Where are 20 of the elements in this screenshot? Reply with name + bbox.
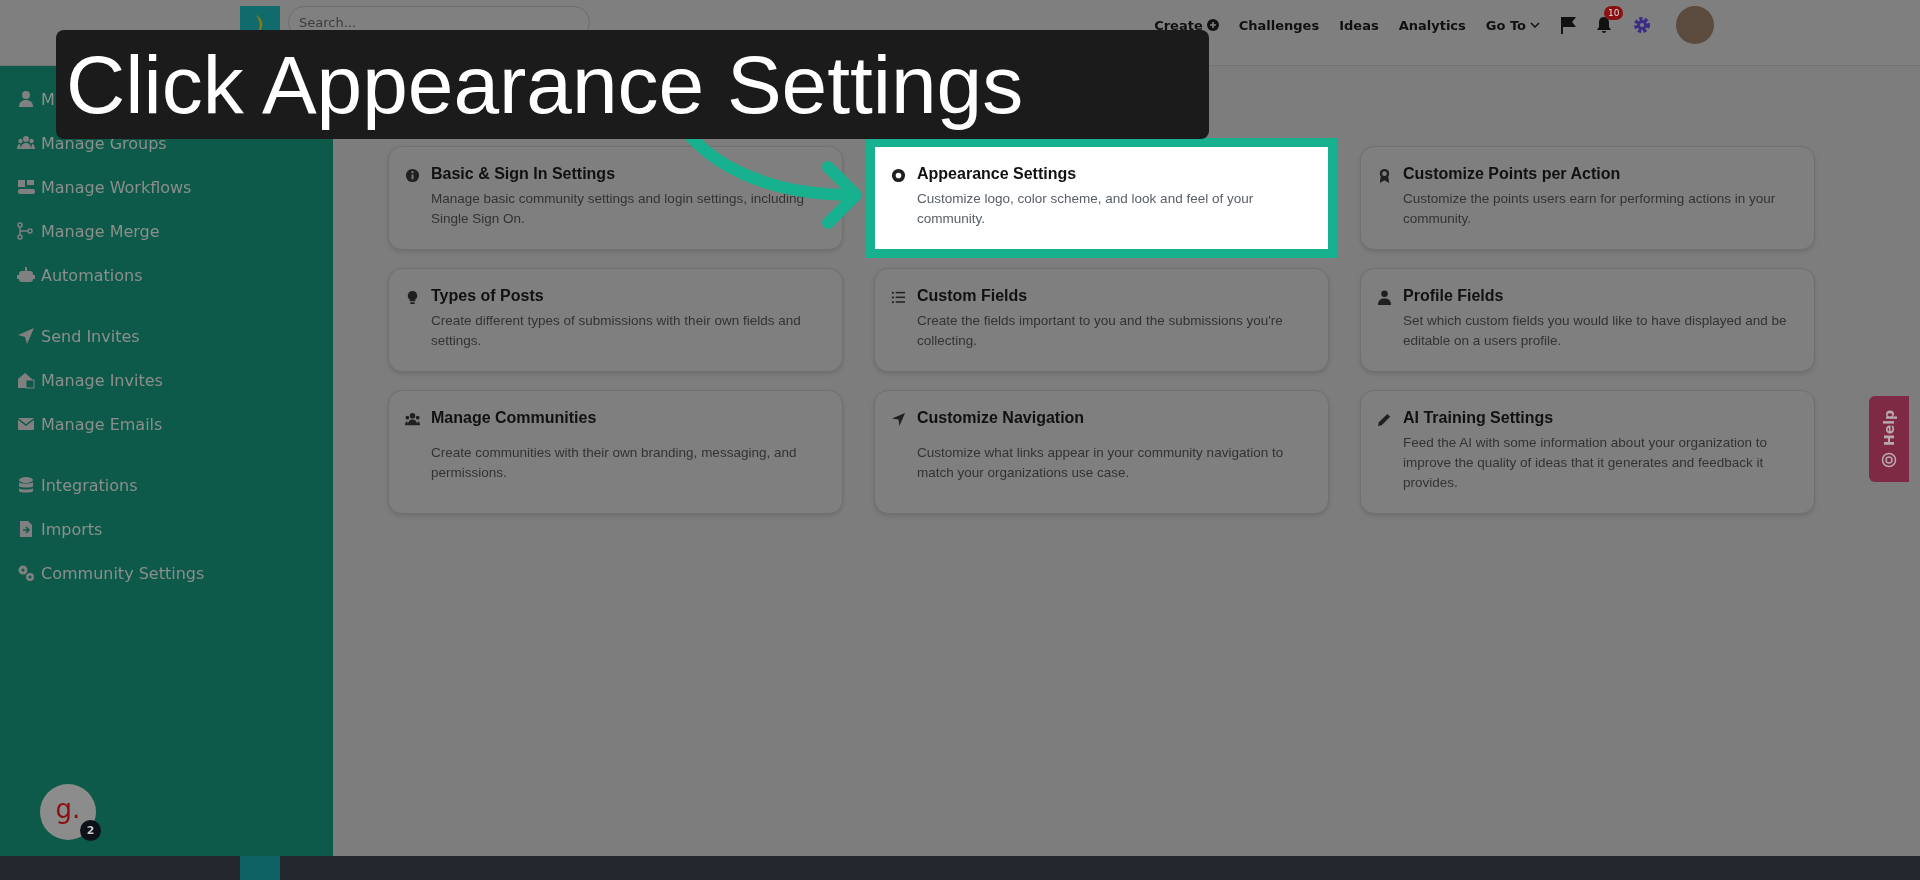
card-title: Customize Points per Action (1403, 165, 1622, 183)
card-description: Manage basic community settings and login settings, including Single Sign On. (431, 190, 805, 228)
card-description: Create different types of submissions with their own fields and settings. (431, 312, 802, 350)
card-title: AI Training Settings (1403, 409, 1555, 427)
notification-badge: 10 (1604, 6, 1624, 20)
card-description: Create the fields important to you and the submissions you're collecting. (917, 312, 1284, 350)
card-title: Customize Navigation (917, 409, 1086, 428)
card-title: Manage Communities (431, 409, 598, 428)
card-description: Set which custom fields you would like to have displayed and be editable on a users profile. (1403, 312, 1788, 350)
card-title: Profile Fields (1403, 287, 1505, 305)
card-title: Types of Posts (431, 287, 545, 305)
card-description: Customize logo, color scheme, and look and feel of your community. (917, 190, 1255, 228)
card-title: Custom Fields (917, 287, 1029, 305)
card-description: Customize what links appear in your community navigation to match your organizations use case. (917, 444, 1285, 482)
card-title: Appearance Settings (917, 165, 1078, 183)
card-description: Create communities with their own branding, messaging, and permissions. (431, 444, 798, 482)
instruction-tooltip: Click Appearance Settings (56, 30, 1209, 139)
card-description: Customize the points users earn for performing actions in your community. (1403, 190, 1777, 228)
card-description: Feed the AI with some information about your organization to improve the quality of ideas that it generates and feedback it provides. (1403, 434, 1768, 492)
card-title: Basic & Sign In Settings (431, 165, 617, 183)
